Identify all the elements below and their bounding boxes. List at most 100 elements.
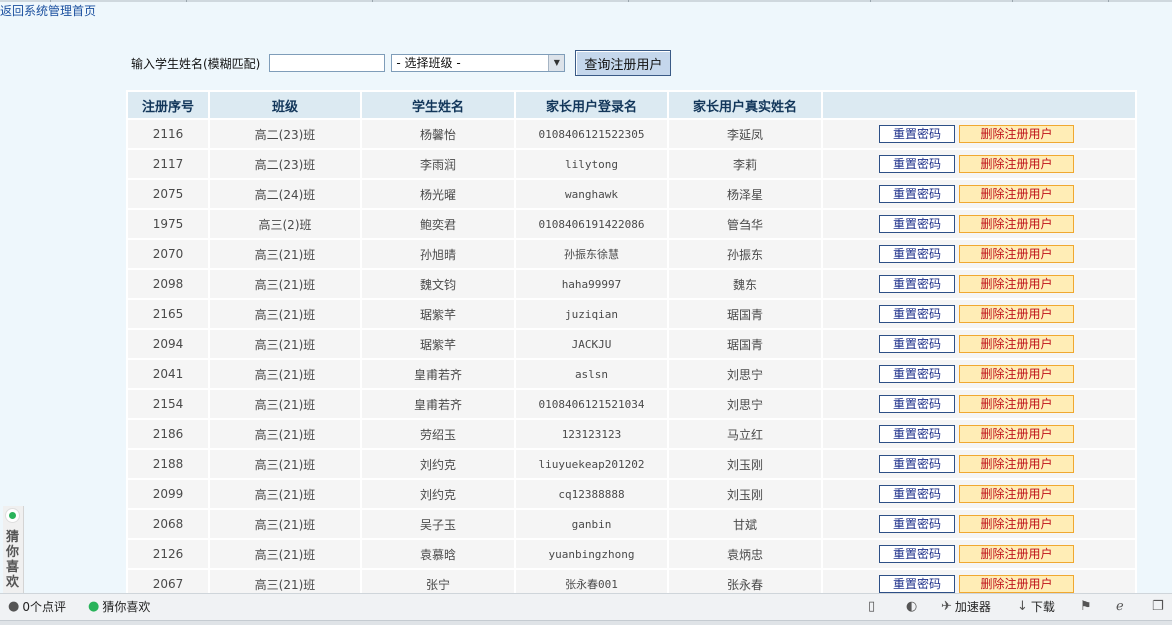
- reset-password-button[interactable]: 重置密码: [879, 245, 955, 263]
- table-header-row: 注册序号 班级 学生姓名 家长用户登录名 家长用户真实姓名: [128, 92, 1135, 118]
- cell-student: 杨馨怡: [362, 120, 514, 148]
- cell-student: 刘约克: [362, 480, 514, 508]
- search-bar: 输入学生姓名(模糊匹配) - 选择班级 - ▼ 查询注册用户: [131, 50, 672, 76]
- comment-icon: ●: [8, 598, 20, 614]
- cell-id: 2041: [128, 360, 208, 388]
- table-row: 2116 高二(23)班 杨馨怡 0108406121522305 李延凤 重置密码 删除注…: [128, 120, 1135, 148]
- cell-id: 2186: [128, 420, 208, 448]
- delete-user-button[interactable]: 删除注册用户: [959, 215, 1074, 233]
- reset-password-button[interactable]: 重置密码: [879, 215, 955, 233]
- delete-user-button[interactable]: 删除注册用户: [959, 155, 1074, 173]
- cell-parent: 马立红: [669, 420, 821, 448]
- cell-parent: 甘斌: [669, 510, 821, 538]
- table-row: 2126 高三(21)班 袁慕晗 yuanbingzhong 袁炳忠 重置密码 删除注册用户: [128, 540, 1135, 568]
- header-class: 班级: [210, 92, 360, 118]
- cell-login: 0108406191422086: [516, 210, 667, 238]
- browser-icon[interactable]: ◐: [906, 598, 920, 614]
- cell-login: wanghawk: [516, 180, 667, 208]
- cell-class: 高三(21)班: [210, 270, 360, 298]
- ie-icon[interactable]: ℯ: [1116, 598, 1127, 614]
- reset-password-button[interactable]: 重置密码: [879, 275, 955, 293]
- cell-class: 高二(23)班: [210, 120, 360, 148]
- reset-password-button[interactable]: 重置密码: [879, 575, 955, 593]
- guess-item[interactable]: ● 猜你喜欢: [88, 598, 150, 614]
- query-button[interactable]: 查询注册用户: [575, 50, 672, 76]
- delete-user-button[interactable]: 删除注册用户: [959, 365, 1074, 383]
- flag-icon[interactable]: ⚑: [1080, 598, 1095, 614]
- delete-user-button[interactable]: 删除注册用户: [959, 185, 1074, 203]
- delete-user-button[interactable]: 删除注册用户: [959, 125, 1074, 143]
- table-row: 2188 高三(21)班 刘约克 liuyuekeap201202 刘玉刚 重置密码 删除注…: [128, 450, 1135, 478]
- cell-login: ganbin: [516, 510, 667, 538]
- top-border: [0, 0, 1172, 2]
- cell-id: 2068: [128, 510, 208, 538]
- cell-parent: 李延凤: [669, 120, 821, 148]
- reset-password-button[interactable]: 重置密码: [879, 335, 955, 353]
- delete-user-button[interactable]: 删除注册用户: [959, 485, 1074, 503]
- cell-student: 鲍奕君: [362, 210, 514, 238]
- reset-password-button[interactable]: 重置密码: [879, 395, 955, 413]
- chevron-down-icon[interactable]: ▼: [548, 55, 565, 71]
- cell-actions: 重置密码 删除注册用户: [823, 360, 1135, 388]
- download-item[interactable]: ↓ 下载: [1017, 598, 1055, 614]
- header-login: 家长用户登录名: [516, 92, 667, 118]
- reset-password-button[interactable]: 重置密码: [879, 185, 955, 203]
- delete-user-button[interactable]: 删除注册用户: [959, 545, 1074, 563]
- cell-id: 2126: [128, 540, 208, 568]
- mobile-icon[interactable]: ▯: [868, 598, 878, 614]
- green-dot-icon: ●: [88, 598, 100, 614]
- reset-password-button[interactable]: 重置密码: [879, 365, 955, 383]
- delete-user-button[interactable]: 删除注册用户: [959, 305, 1074, 323]
- delete-user-button[interactable]: 删除注册用户: [959, 245, 1074, 263]
- reset-password-button[interactable]: 重置密码: [879, 485, 955, 503]
- cell-id: 1975: [128, 210, 208, 238]
- delete-user-button[interactable]: 删除注册用户: [959, 455, 1074, 473]
- delete-user-button[interactable]: 删除注册用户: [959, 335, 1074, 353]
- accelerator-item[interactable]: ✈ 加速器: [941, 598, 991, 614]
- cell-class: 高三(21)班: [210, 240, 360, 268]
- delete-user-button[interactable]: 删除注册用户: [959, 275, 1074, 293]
- reset-password-button[interactable]: 重置密码: [879, 455, 955, 473]
- cell-login: 0108406121522305: [516, 120, 667, 148]
- table-row: 2068 高三(21)班 吴子玉 ganbin 甘斌 重置密码 删除注册用户: [128, 510, 1135, 538]
- comments-item[interactable]: ● 0个点评: [8, 598, 66, 614]
- delete-user-button[interactable]: 删除注册用户: [959, 395, 1074, 413]
- users-table: 注册序号 班级 学生姓名 家长用户登录名 家长用户真实姓名 2116 高二(23)…: [126, 90, 1137, 600]
- cell-parent: 刘思宁: [669, 360, 821, 388]
- delete-user-button[interactable]: 删除注册用户: [959, 515, 1074, 533]
- table-row: 2165 高三(21)班 琚紫芊 juziqian 琚国青 重置密码 删除注册用户: [128, 300, 1135, 328]
- reset-password-button[interactable]: 重置密码: [879, 155, 955, 173]
- cell-student: 吴子玉: [362, 510, 514, 538]
- cell-student: 孙旭晴: [362, 240, 514, 268]
- cell-parent: 魏东: [669, 270, 821, 298]
- reset-password-button[interactable]: 重置密码: [879, 305, 955, 323]
- table-row: 2117 高二(23)班 李雨润 lilytong 李莉 重置密码 删除注册用户: [128, 150, 1135, 178]
- reset-password-button[interactable]: 重置密码: [879, 425, 955, 443]
- cell-student: 袁慕晗: [362, 540, 514, 568]
- class-select[interactable]: - 选择班级 - ▼: [391, 54, 566, 72]
- reset-password-button[interactable]: 重置密码: [879, 545, 955, 563]
- header-parent: 家长用户真实姓名: [669, 92, 821, 118]
- home-link[interactable]: 返回系统管理首页: [0, 2, 96, 19]
- delete-user-button[interactable]: 删除注册用户: [959, 575, 1074, 593]
- cell-id: 2094: [128, 330, 208, 358]
- delete-user-button[interactable]: 删除注册用户: [959, 425, 1074, 443]
- cell-actions: 重置密码 删除注册用户: [823, 120, 1135, 148]
- header-actions: [823, 92, 1135, 118]
- cell-actions: 重置密码 删除注册用户: [823, 210, 1135, 238]
- header-student: 学生姓名: [362, 92, 514, 118]
- guess-you-like-widget[interactable]: 猜你喜欢: [3, 506, 24, 593]
- table-row: 2186 高三(21)班 劳绍玉 123123123 马立红 重置密码 删除注册用户: [128, 420, 1135, 448]
- download-label: 下载: [1030, 599, 1055, 614]
- cell-student: 琚紫芊: [362, 330, 514, 358]
- rocket-icon: ✈: [941, 598, 952, 614]
- cell-class: 高三(21)班: [210, 480, 360, 508]
- reset-password-button[interactable]: 重置密码: [879, 515, 955, 533]
- student-name-input[interactable]: [269, 54, 386, 72]
- cell-student: 魏文钧: [362, 270, 514, 298]
- cell-actions: 重置密码 删除注册用户: [823, 150, 1135, 178]
- window-icon[interactable]: ❐: [1152, 598, 1167, 614]
- cell-student: 劳绍玉: [362, 420, 514, 448]
- reset-password-button[interactable]: 重置密码: [879, 125, 955, 143]
- download-arrow-icon: ↓: [1017, 598, 1028, 614]
